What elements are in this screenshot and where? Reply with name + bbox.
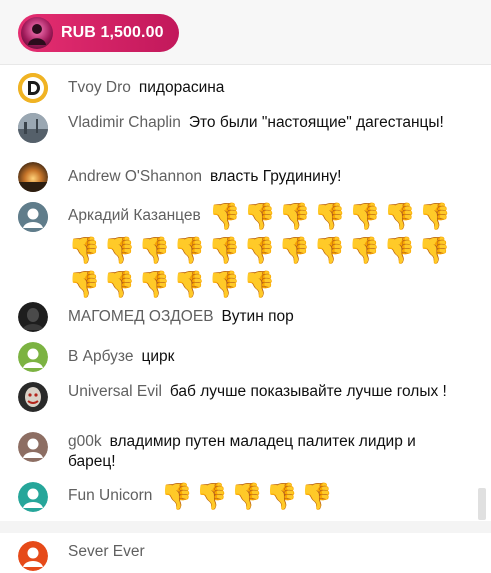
avatar[interactable] <box>18 202 48 232</box>
sunset-avatar-icon <box>18 162 48 192</box>
thumbs-down-emoji: 👎 <box>243 235 276 265</box>
thumbs-down-emoji: 👎 <box>313 201 347 231</box>
chat-message: Tvoy Dro пидорасина <box>18 73 458 103</box>
thumbs-down-emoji: 👎 <box>138 269 171 299</box>
dark-photo-avatar-icon <box>18 302 48 332</box>
author-name[interactable]: Vladimir Chaplin <box>68 114 181 131</box>
message-text: цирк <box>141 348 175 365</box>
avatar[interactable] <box>18 382 48 412</box>
emoji-list: 👎 👎 👎 👎 👎 <box>160 480 335 511</box>
thumbs-down-emoji: 👎 <box>195 481 228 511</box>
thumbs-down-emoji: 👎 <box>208 269 241 299</box>
avatar[interactable] <box>18 482 48 512</box>
chat-message: Fun Unicorn 👎 👎 👎 👎 👎 <box>18 479 458 516</box>
message-text: власть Грудинину! <box>209 168 342 185</box>
default-avatar-icon <box>18 432 48 462</box>
thumbs-down-emoji: 👎 <box>278 201 312 231</box>
thumbs-down-emoji: 👎 <box>300 481 333 511</box>
message-text: Это были "настоящие" дагестанцы! <box>188 114 444 131</box>
thumbs-down-emoji: 👎 <box>383 235 416 265</box>
thumbs-down-emoji: 👎 <box>68 235 101 265</box>
thumbs-down-emoji: 👎 <box>418 201 452 231</box>
author-name[interactable]: Fun Unicorn <box>68 479 152 513</box>
avatar[interactable] <box>18 342 48 372</box>
chat-message: Andrew O'Shannon власть Грудинину! <box>18 162 458 192</box>
clown-avatar-icon <box>18 382 48 412</box>
ticker-bar: RUB 1,500.00 <box>0 0 491 65</box>
thumbs-down-emoji: 👎 <box>173 269 206 299</box>
author-name[interactable]: В Арбузе <box>68 348 133 365</box>
author-name[interactable]: Tvoy Dro <box>68 79 131 96</box>
letter-d-avatar-icon <box>18 73 48 103</box>
superchat-ticker-chip[interactable]: RUB 1,500.00 <box>18 14 179 52</box>
bottom-message: Sever Ever <box>0 533 491 573</box>
chat-message: g00k владимир путен маладец палитек лидир… <box>18 432 458 472</box>
message-text: баб лучше показывайте лучше голых ! <box>169 383 447 400</box>
thumbs-down-emoji: 👎 <box>265 481 298 511</box>
avatar[interactable] <box>18 302 48 332</box>
thumbs-down-emoji: 👎 <box>160 481 193 511</box>
thumbs-down-emoji: 👎 <box>243 269 276 299</box>
avatar[interactable] <box>18 113 48 143</box>
divider <box>0 521 491 533</box>
author-name[interactable]: g00k <box>68 433 102 450</box>
avatar[interactable] <box>18 432 48 462</box>
superchat-amount: RUB 1,500.00 <box>61 24 164 41</box>
author-name[interactable]: Andrew O'Shannon <box>68 168 202 185</box>
default-avatar-icon <box>18 541 48 571</box>
chat-message: В Арбузе цирк <box>18 342 458 372</box>
thumbs-down-emoji: 👎 <box>418 235 451 265</box>
chat-message: Vladimir Chaplin Это были "настоящие" даг… <box>18 113 458 153</box>
thumbs-down-emoji: 👎 <box>103 269 136 299</box>
avatar[interactable] <box>18 162 48 192</box>
thumbs-down-emoji: 👎 <box>313 235 346 265</box>
thumbs-down-emoji: 👎 <box>208 201 242 231</box>
photo-avatar-icon <box>18 113 48 143</box>
thumbs-down-emoji: 👎 <box>68 269 101 299</box>
thumbs-down-emoji: 👎 <box>208 235 241 265</box>
message-text: пидорасина <box>138 79 225 96</box>
avatar[interactable] <box>18 73 48 103</box>
message-text: Вутин пор <box>221 308 294 325</box>
author-name[interactable]: Аркадий Казанцев <box>68 199 201 233</box>
person-icon <box>28 24 46 45</box>
thumbs-down-emoji: 👎 <box>138 235 171 265</box>
chat-message: Аркадий Казанцев 👎 👎 👎 👎 👎 👎 👎👎 👎 👎 👎 👎 👎 👎 👎 👎 👎 👎👎 👎 👎 👎 👎 👎 <box>18 199 458 299</box>
author-name[interactable]: МАГОМЕД ОЗДОЕВ <box>68 308 214 325</box>
thumbs-down-emoji: 👎 <box>348 201 382 231</box>
thumbs-down-emoji: 👎 <box>173 235 206 265</box>
author-name[interactable]: Sever Ever <box>68 543 145 561</box>
chat-message: Universal Evil баб лучше показывайте лучш… <box>18 382 458 422</box>
thumbs-down-emoji: 👎 <box>383 201 417 231</box>
default-avatar-icon <box>18 342 48 372</box>
message-text: владимир путен маладец палитек лидир и б… <box>68 433 416 470</box>
thumbs-down-emoji: 👎 <box>243 201 277 231</box>
chat-list: Tvoy Dro пидорасина Vladimir Chaplin Это б… <box>0 66 476 522</box>
chat-message: МАГОМЕД ОЗДОЕВ Вутин пор <box>18 302 458 332</box>
superchat-avatar <box>21 17 53 49</box>
default-avatar-icon <box>18 482 48 512</box>
avatar[interactable] <box>18 541 48 571</box>
thumbs-down-emoji: 👎 <box>348 235 381 265</box>
scrollbar-thumb[interactable] <box>478 488 486 520</box>
author-name[interactable]: Universal Evil <box>68 383 162 400</box>
thumbs-down-emoji: 👎 <box>230 481 263 511</box>
thumbs-down-emoji: 👎 <box>103 235 136 265</box>
default-avatar-icon <box>18 202 48 232</box>
thumbs-down-emoji: 👎 <box>278 235 311 265</box>
